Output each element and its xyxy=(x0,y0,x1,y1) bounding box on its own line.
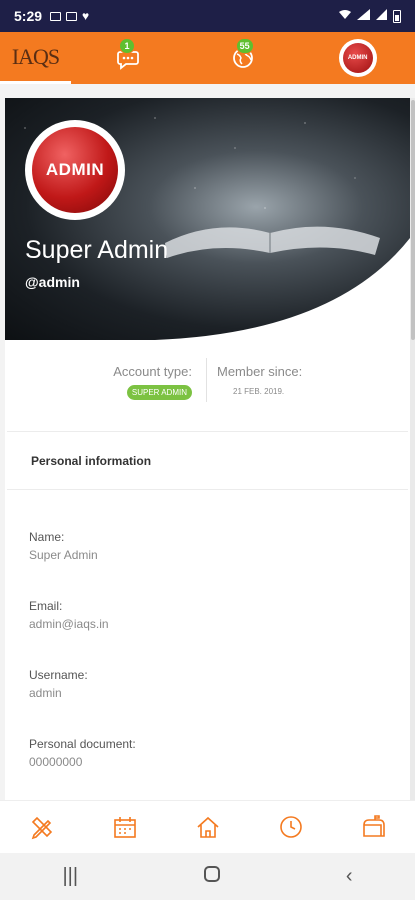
wifi-icon xyxy=(338,9,352,23)
field-value: admin@iaqs.in xyxy=(29,617,109,631)
account-type: Account type: SUPER ADMIN xyxy=(113,364,192,400)
field-label: Email: xyxy=(29,599,63,613)
system-navigation: ||| ‹ xyxy=(0,853,415,900)
member-since-date: 21 FEB. 2019. xyxy=(233,387,285,396)
recent-apps-icon[interactable]: ||| xyxy=(62,865,78,888)
field-username: Username: admin xyxy=(29,668,88,700)
battery-icon xyxy=(393,9,401,23)
logo-tab[interactable]: IAQS xyxy=(0,32,71,84)
heart-icon: ♥ xyxy=(82,9,90,23)
profile-avatar-text: ADMIN xyxy=(32,127,118,213)
bottom-nav xyxy=(0,800,415,853)
home-icon[interactable] xyxy=(195,814,221,840)
profile-tab[interactable]: ADMIN xyxy=(300,32,415,84)
meta-divider xyxy=(206,358,207,402)
app-logo: IAQS xyxy=(11,43,60,69)
field-value: 00000000 xyxy=(29,755,83,769)
status-notification-icons: ♥ xyxy=(50,10,89,22)
notifications-badge: 55 xyxy=(235,38,254,54)
account-type-badge: SUPER ADMIN xyxy=(126,385,192,400)
field-value: admin xyxy=(29,686,62,700)
header-avatar: ADMIN xyxy=(338,39,377,77)
field-label: Username: xyxy=(29,668,88,682)
home-button-icon[interactable] xyxy=(203,865,221,889)
edit-pencil-ruler-icon[interactable] xyxy=(29,814,55,840)
back-icon[interactable]: ‹ xyxy=(346,865,353,888)
account-type-label: Account type: xyxy=(113,364,192,379)
header-avatar-text: ADMIN xyxy=(342,43,373,73)
field-label: Name: xyxy=(29,530,65,544)
messages-tab[interactable]: 1 xyxy=(71,32,186,84)
mailbox-icon[interactable] xyxy=(361,814,387,840)
profile-hero: ADMIN Super Admin @admin xyxy=(5,98,410,340)
field-email: Email: admin@iaqs.in xyxy=(29,599,109,631)
clock-icon[interactable] xyxy=(278,814,304,840)
scrollbar-thumb[interactable] xyxy=(411,100,415,340)
personal-info-title: Personal information xyxy=(7,432,408,490)
member-since: Member since: 21 FEB. 2019. xyxy=(217,364,302,396)
signal-icon xyxy=(357,9,371,23)
profile-name: Super Admin xyxy=(25,236,169,264)
status-bar: 5:29 ♥ xyxy=(0,0,415,32)
field-personal-document: Personal document: 00000000 xyxy=(29,737,136,769)
gallery-icon xyxy=(50,11,62,21)
personal-info-card: Personal information Name: Super Admin E… xyxy=(7,431,408,800)
field-value: Super Admin xyxy=(29,548,98,562)
app-header: IAQS 1 55 ADMIN xyxy=(0,32,415,84)
signal-icon-2 xyxy=(376,9,388,23)
profile-avatar[interactable]: ADMIN xyxy=(25,120,125,220)
notifications-tab[interactable]: 55 xyxy=(186,32,301,84)
status-time: 5:29 xyxy=(14,8,43,24)
field-name: Name: Super Admin xyxy=(29,530,98,562)
status-system-icons xyxy=(338,9,401,23)
profile-handle: @admin xyxy=(25,274,80,290)
messages-badge: 1 xyxy=(119,38,135,54)
laptop-icon xyxy=(66,11,78,21)
member-since-label: Member since: xyxy=(217,364,303,379)
profile-content: ADMIN Super Admin @admin Account type: S… xyxy=(5,98,410,800)
calendar-icon[interactable] xyxy=(112,814,138,840)
field-label: Personal document: xyxy=(29,737,136,751)
account-meta: Account type: SUPER ADMIN Member since: … xyxy=(5,356,410,406)
